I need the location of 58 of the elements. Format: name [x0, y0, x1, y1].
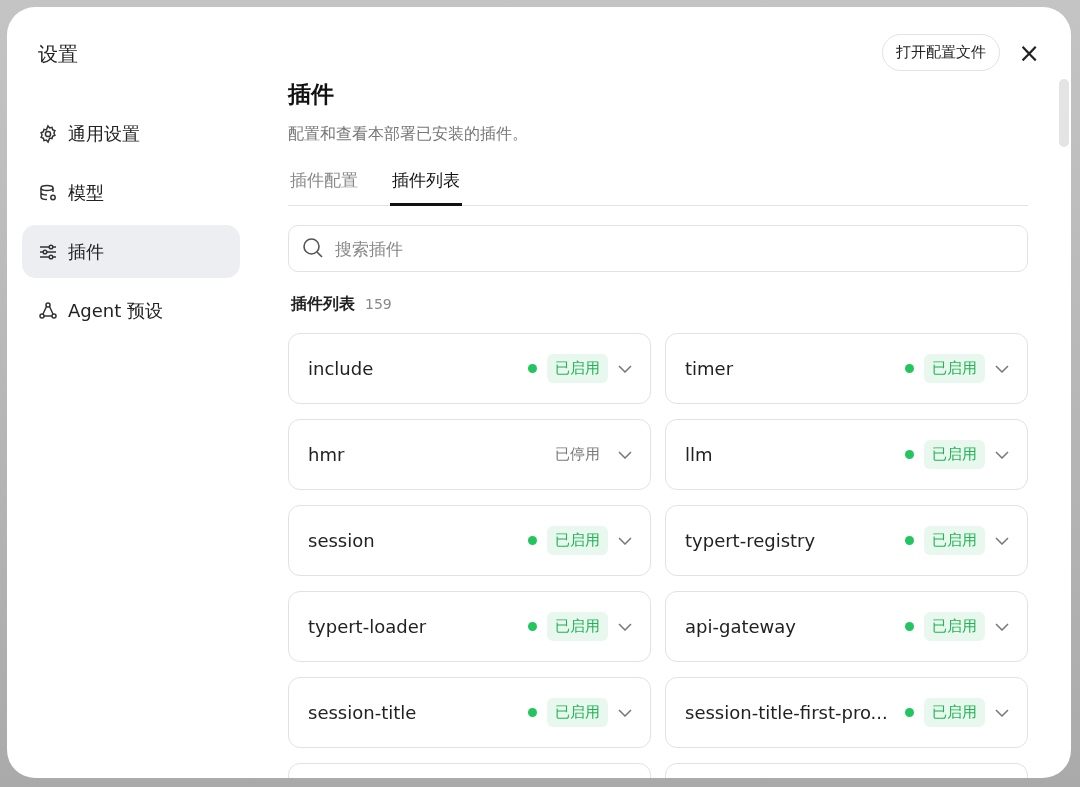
plugin-name: session-title [308, 701, 418, 725]
plugin-card[interactable]: session-title-first-pro... 已启用 [665, 677, 1028, 748]
plugin-name: timer [685, 357, 735, 381]
scrollbar[interactable] [1059, 79, 1069, 147]
sidebar-item[interactable]: 通用设置 [22, 107, 240, 160]
plugin-card[interactable]: timer 已启用 [665, 333, 1028, 404]
open-config-button[interactable]: 打开配置文件 [882, 34, 1001, 71]
status-label: 已启用 [547, 611, 608, 642]
status-label: 已启用 [924, 525, 985, 556]
status-label: 已启用 [924, 353, 985, 384]
chevron-down-icon[interactable] [618, 708, 632, 717]
plugin-name: session [308, 529, 376, 553]
plugin-name: typert-registry [685, 529, 817, 553]
plugin-name: session-title-first-pro... [685, 701, 889, 725]
status-label: 已停用 [554, 444, 601, 464]
plugin-card[interactable]: typert-registry 已启用 [665, 505, 1028, 576]
tab[interactable]: 插件列表 [390, 161, 462, 206]
plugin-count: 159 [365, 295, 392, 314]
search-field[interactable]: 搜索插件 [288, 225, 1028, 272]
plugin-name: llm [685, 443, 714, 467]
status-label: 已启用 [547, 697, 608, 728]
sidebar-item[interactable]: Agent 预设 [22, 284, 240, 337]
database-icon [38, 182, 58, 203]
plugin-name: include [308, 357, 375, 381]
chevron-down-icon[interactable] [995, 536, 1009, 545]
chevron-down-icon[interactable] [618, 450, 632, 459]
chevron-down-icon[interactable] [995, 364, 1009, 373]
chevron-down-icon[interactable] [995, 450, 1009, 459]
chevron-down-icon[interactable] [995, 708, 1009, 717]
plugin-card[interactable]: include 已启用 [288, 333, 651, 404]
tab[interactable]: 插件配置 [288, 161, 360, 206]
chevron-down-icon[interactable] [618, 622, 632, 631]
sidebar-item[interactable]: 模型 [22, 166, 240, 219]
list-title: 插件列表 [291, 293, 355, 315]
status-label: 已启用 [924, 611, 985, 642]
sidebar-item[interactable]: 插件 [22, 225, 240, 278]
dialog-title: 设置 [38, 41, 79, 68]
close-button[interactable]: × [1014, 39, 1044, 66]
nodes-icon [38, 300, 58, 321]
plugin-card[interactable]: llm 已启用 [665, 419, 1028, 490]
chevron-down-icon[interactable] [995, 622, 1009, 631]
plugin-name: typert-loader [308, 615, 428, 639]
chevron-down-icon[interactable] [618, 536, 632, 545]
plugin-name: hmr [308, 443, 346, 467]
status-label: 已启用 [547, 353, 608, 384]
page-description: 配置和查看本部署已安装的插件。 [288, 122, 529, 145]
status-label: 已启用 [924, 697, 985, 728]
status-label: 已启用 [924, 439, 985, 470]
page-title: 插件 [288, 80, 335, 109]
plugin-card[interactable]: hmr 已停用 [288, 419, 651, 490]
gear-icon [38, 123, 58, 144]
status-label: 已启用 [547, 525, 608, 556]
plugin-card[interactable]: session-title 已启用 [288, 677, 651, 748]
plugin-name: api-gateway [685, 615, 797, 639]
plugin-card[interactable]: session 已启用 [288, 505, 651, 576]
plugin-card[interactable]: typert-loader 已启用 [288, 591, 651, 662]
plugin-card[interactable]: api-gateway 已启用 [665, 591, 1028, 662]
chevron-down-icon[interactable] [618, 364, 632, 373]
